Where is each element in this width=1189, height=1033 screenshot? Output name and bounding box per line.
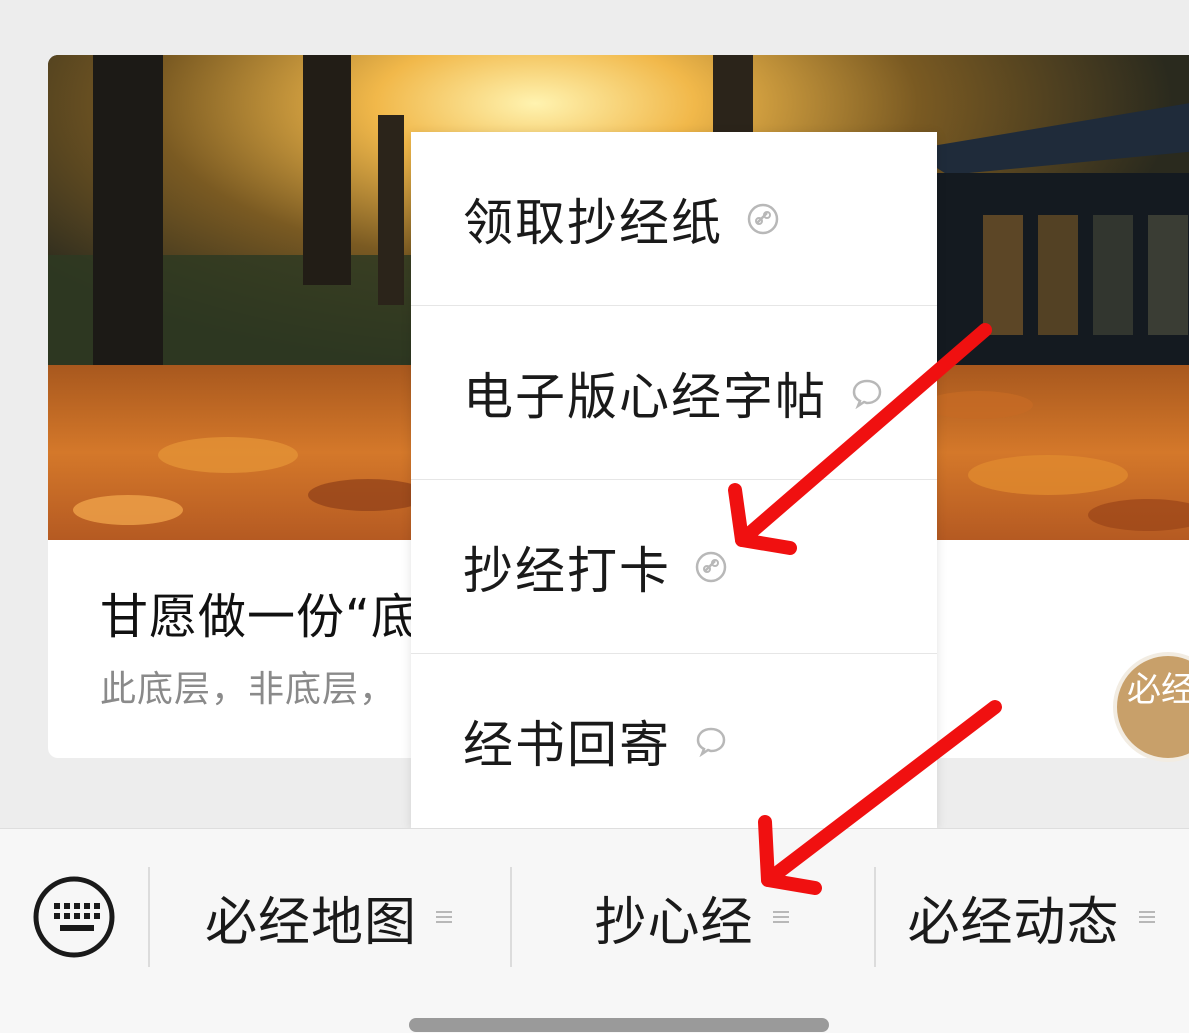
- list-icon: [772, 911, 789, 923]
- submenu-popup: 领取抄经纸 电子版心经字帖 抄经打卡 经书回寄: [411, 132, 937, 828]
- bottom-menu-bar: 必经地图 抄心经 必经动态: [0, 828, 1189, 1033]
- link-icon: [747, 203, 779, 234]
- submenu-item-label: 电子版心经字帖: [463, 367, 827, 426]
- submenu-item-return-books[interactable]: 经书回寄: [411, 654, 937, 828]
- menu-tab-label: 必经动态: [907, 892, 1120, 953]
- keyboard-icon[interactable]: [32, 875, 116, 959]
- link-icon: [695, 551, 727, 582]
- home-indicator[interactable]: [409, 1018, 829, 1032]
- menu-tab-news[interactable]: 必经动态: [876, 877, 1189, 957]
- menu-tab-label: 必经地图: [204, 892, 417, 953]
- submenu-item-label: 经书回寄: [463, 716, 671, 774]
- menu-tab-map[interactable]: 必经地图: [150, 877, 510, 957]
- chat-bubble-icon: [696, 727, 726, 757]
- article-title[interactable]: 甘愿做一份“底: [100, 577, 420, 647]
- list-icon: [436, 911, 452, 923]
- menu-tab-label: 抄心经: [594, 892, 754, 953]
- submenu-item-label: 领取抄经纸: [463, 193, 723, 252]
- article-subtitle: 此底层，非底层，: [100, 669, 397, 710]
- submenu-item-get-paper[interactable]: 领取抄经纸: [411, 132, 937, 306]
- floating-badge-text: 必经: [1127, 670, 1189, 710]
- submenu-item-checkin[interactable]: 抄经打卡: [411, 480, 937, 654]
- submenu-item-label: 抄经打卡: [463, 541, 671, 600]
- chat-bubble-icon: [852, 379, 882, 409]
- list-icon: [1138, 911, 1155, 923]
- menu-tab-copy-sutra[interactable]: 抄心经: [512, 877, 874, 957]
- submenu-item-digital-copybook[interactable]: 电子版心经字帖: [411, 306, 937, 480]
